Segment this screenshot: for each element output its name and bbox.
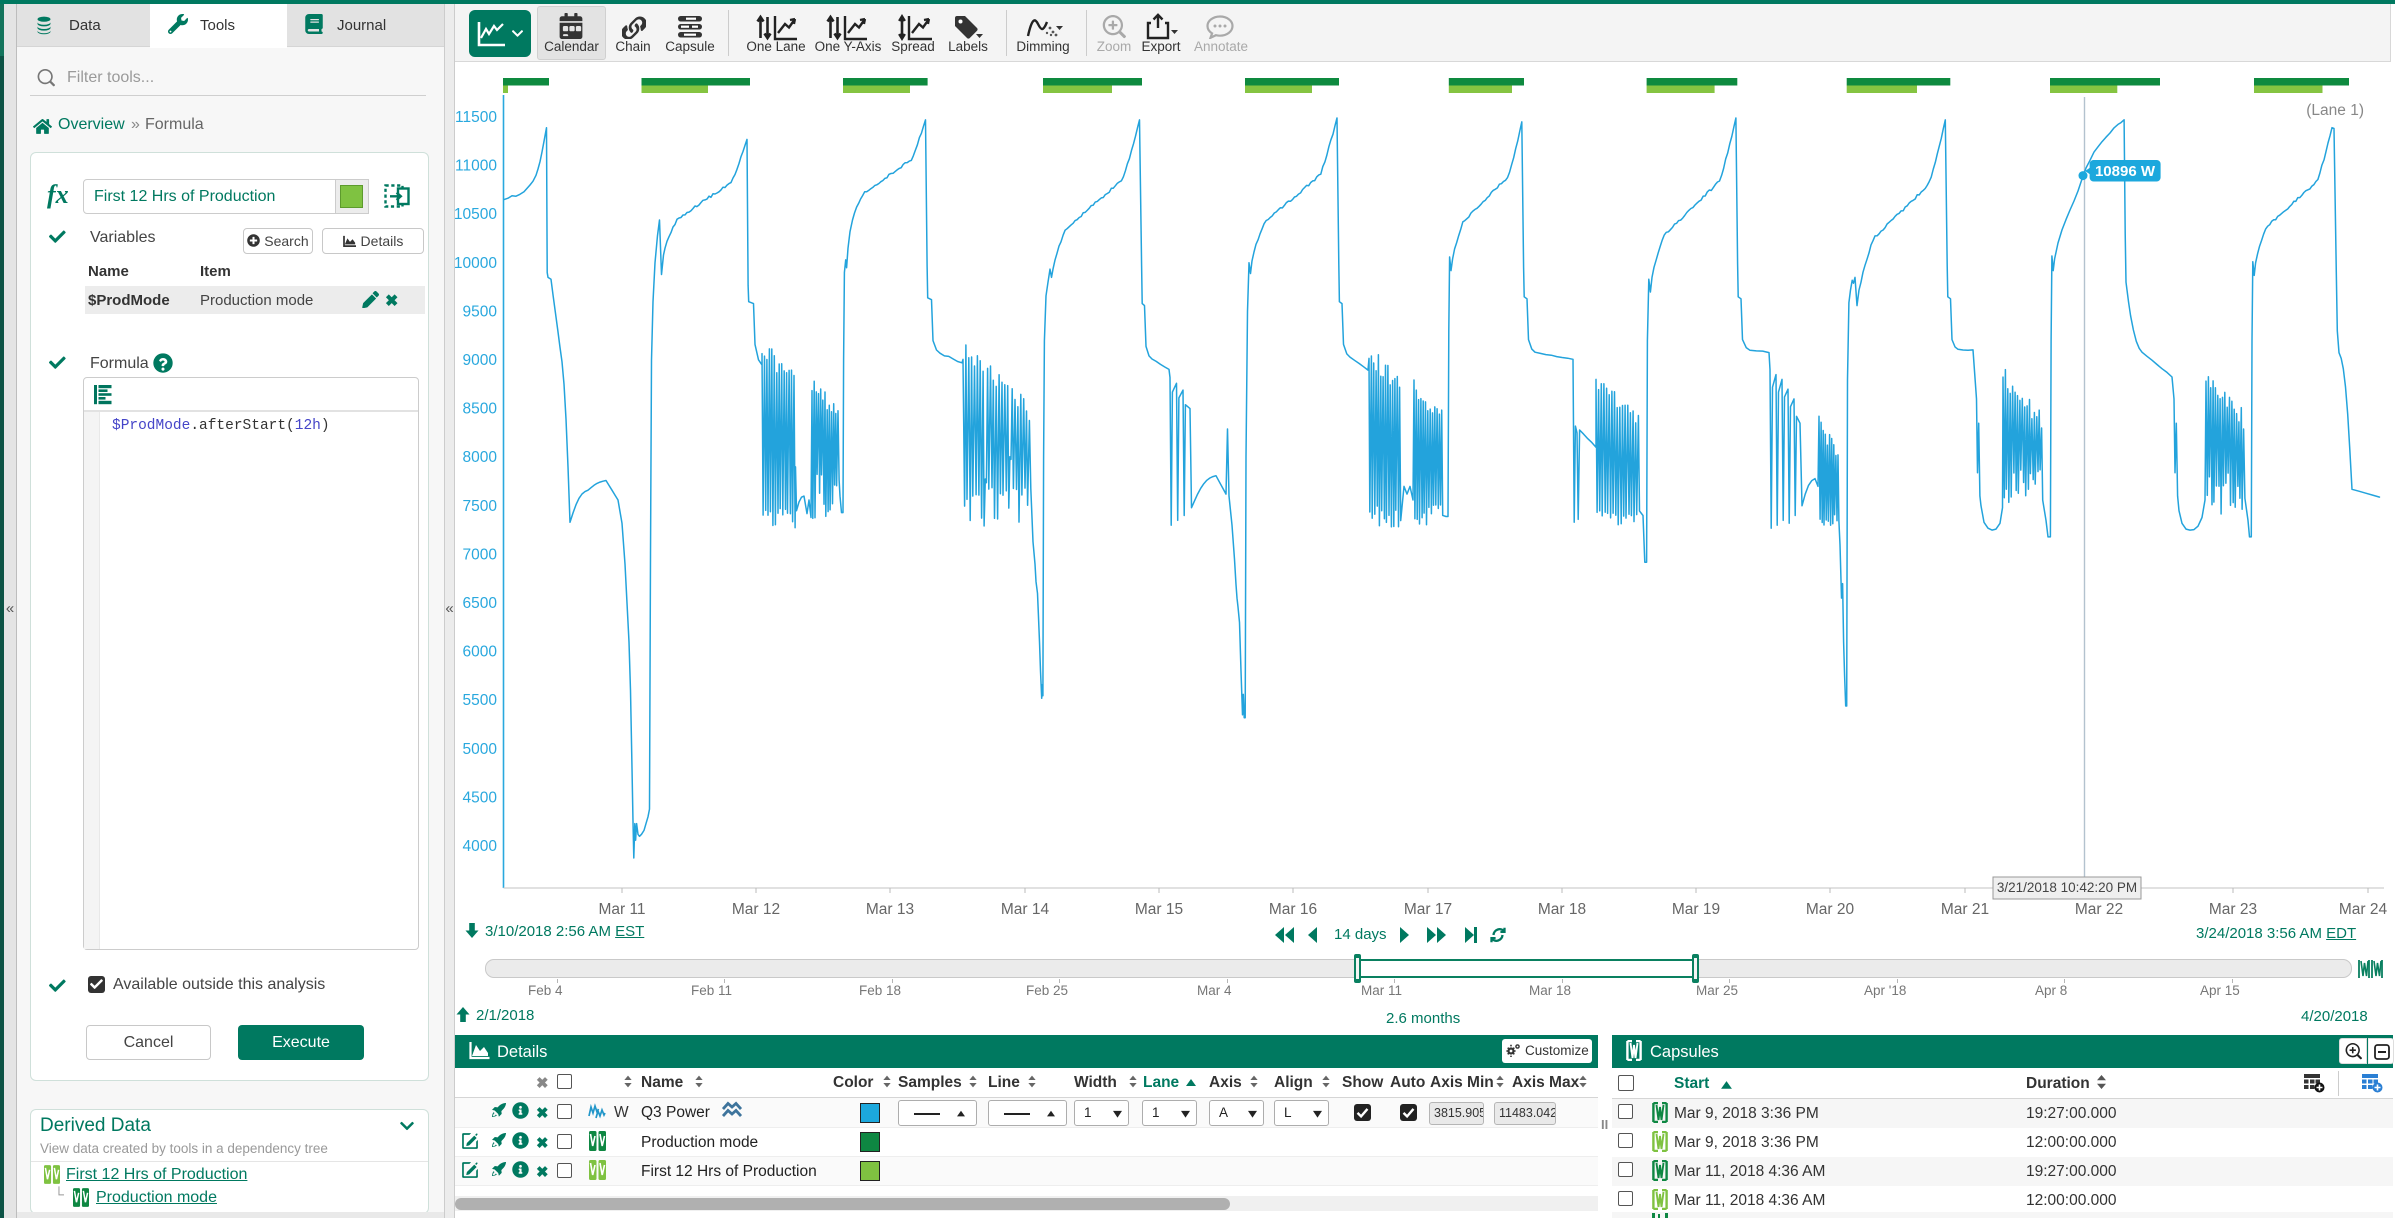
svg-text:6500: 6500: [463, 595, 498, 612]
svg-text:10896 W: 10896 W: [2095, 163, 2156, 180]
svg-text:Mar 24: Mar 24: [2339, 901, 2388, 918]
svg-text:6000: 6000: [463, 644, 498, 661]
svg-text:(Lane 1): (Lane 1): [2306, 102, 2364, 119]
svg-text:11000: 11000: [455, 158, 497, 175]
svg-text:3/21/2018 10:42:20 PM: 3/21/2018 10:42:20 PM: [1997, 880, 2137, 895]
svg-text:Mar 17: Mar 17: [1404, 901, 1452, 918]
svg-text:Mar 20: Mar 20: [1806, 901, 1855, 918]
svg-text:4500: 4500: [463, 789, 498, 806]
svg-text:7500: 7500: [463, 498, 498, 515]
svg-text:Mar 13: Mar 13: [866, 901, 914, 918]
svg-text:Mar 23: Mar 23: [2209, 901, 2257, 918]
svg-text:4000: 4000: [463, 838, 498, 855]
svg-text:Mar 18: Mar 18: [1538, 901, 1586, 918]
svg-text:5500: 5500: [463, 692, 498, 709]
svg-text:7000: 7000: [463, 546, 498, 563]
svg-text:Mar 12: Mar 12: [732, 901, 780, 918]
svg-text:10000: 10000: [455, 255, 497, 272]
svg-text:5000: 5000: [463, 741, 498, 758]
svg-text:Mar 14: Mar 14: [1001, 901, 1050, 918]
svg-text:Mar 16: Mar 16: [1269, 901, 1317, 918]
svg-text:9000: 9000: [463, 352, 498, 369]
svg-text:9500: 9500: [463, 303, 498, 320]
svg-text:Mar 11: Mar 11: [598, 901, 645, 918]
svg-text:Mar 15: Mar 15: [1135, 901, 1183, 918]
svg-text:8500: 8500: [463, 401, 498, 418]
svg-text:Mar 21: Mar 21: [1941, 901, 1989, 918]
svg-text:11500: 11500: [455, 109, 497, 126]
svg-text:10500: 10500: [455, 206, 497, 223]
svg-text:Mar 22: Mar 22: [2075, 901, 2123, 918]
svg-text:8000: 8000: [463, 449, 498, 466]
svg-text:Mar 19: Mar 19: [1672, 901, 1720, 918]
